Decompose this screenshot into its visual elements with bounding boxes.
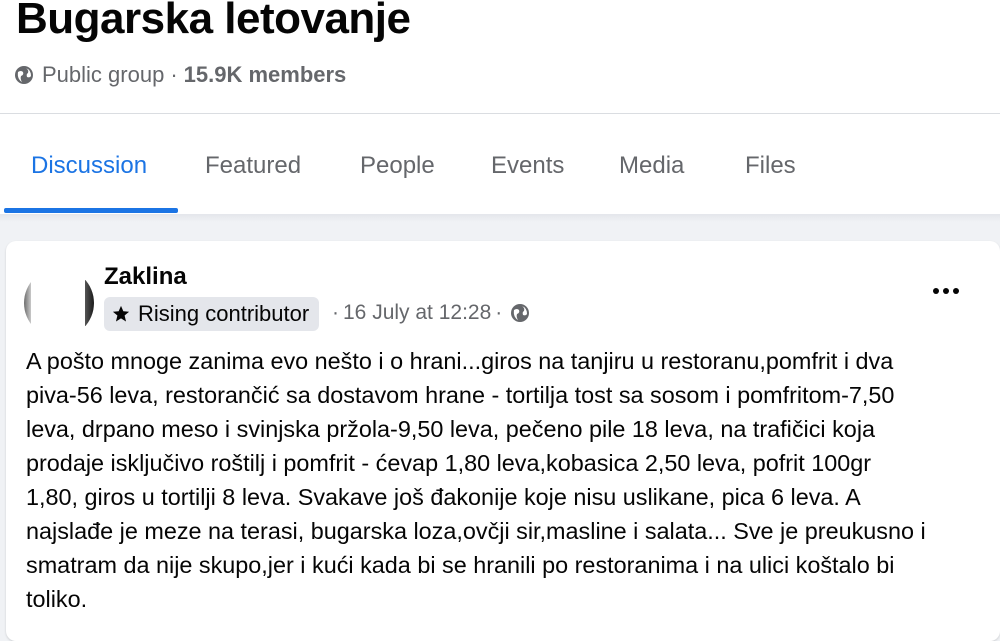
post-text-line: najslađe je meze na terasi, bugarska loz… (26, 518, 926, 544)
avatar-edge (85, 280, 94, 326)
post-timestamp[interactable]: 16 July at 12:28 (343, 301, 491, 325)
tab-featured[interactable]: Featured (205, 152, 301, 180)
post-meta: · 16 July at 12:28 · (328, 301, 530, 325)
star-icon (112, 305, 130, 322)
avatar[interactable] (24, 268, 94, 338)
post-text-line: 1,80, giros u tortilji 8 leva. Svakave j… (26, 484, 861, 510)
separator: · (332, 301, 339, 324)
contributor-badge[interactable]: Rising contributor (104, 297, 320, 331)
active-tab-indicator (4, 208, 178, 213)
post-text-line: piva-56 leva, restorančić sa dostavom hr… (26, 382, 895, 408)
globe-icon (15, 66, 33, 84)
post-text-line: A pošto mnoge zanima evo nešto i o hrani… (26, 348, 894, 374)
more-options-icon[interactable] (924, 279, 968, 303)
privacy-label: Public group (42, 62, 165, 87)
group-tabs: Discussion Featured People Events Media … (0, 114, 1000, 214)
globe-icon[interactable] (510, 303, 530, 323)
post-text-line: smatram da nije skupo,jer i kući kada bi… (26, 552, 895, 578)
post-text-line: prodaje isključivo roštilj i pomfrit - ć… (26, 450, 872, 476)
tab-discussion[interactable]: Discussion (31, 152, 147, 180)
tab-files[interactable]: Files (745, 152, 796, 180)
post-text-line: toliko. (26, 586, 88, 612)
group-header: Bugarska letovanje Public group · 15.9K … (0, 0, 1000, 114)
post-body: A pošto mnoge zanima evo nešto i o hrani… (26, 344, 986, 616)
badge-label: Rising contributor (138, 301, 310, 326)
tab-media[interactable]: Media (619, 152, 684, 180)
tabs-divider (0, 214, 1000, 222)
post-text-line: leva, drpano meso i svinjska pržola-9,50… (26, 416, 876, 442)
author-name[interactable]: Zaklina (104, 263, 187, 291)
tab-people[interactable]: People (360, 152, 435, 180)
group-meta: Public group · 15.9K members (14, 62, 346, 88)
group-title[interactable]: Bugarska letovanje (16, 0, 411, 44)
separator: · (495, 301, 503, 324)
avatar-edge (24, 278, 31, 328)
post-card: Zaklina Rising contributor · 16 July at … (6, 241, 1000, 641)
separator: · (170, 62, 178, 87)
members-count[interactable]: 15.9K members (184, 62, 347, 88)
tab-events[interactable]: Events (491, 152, 564, 180)
